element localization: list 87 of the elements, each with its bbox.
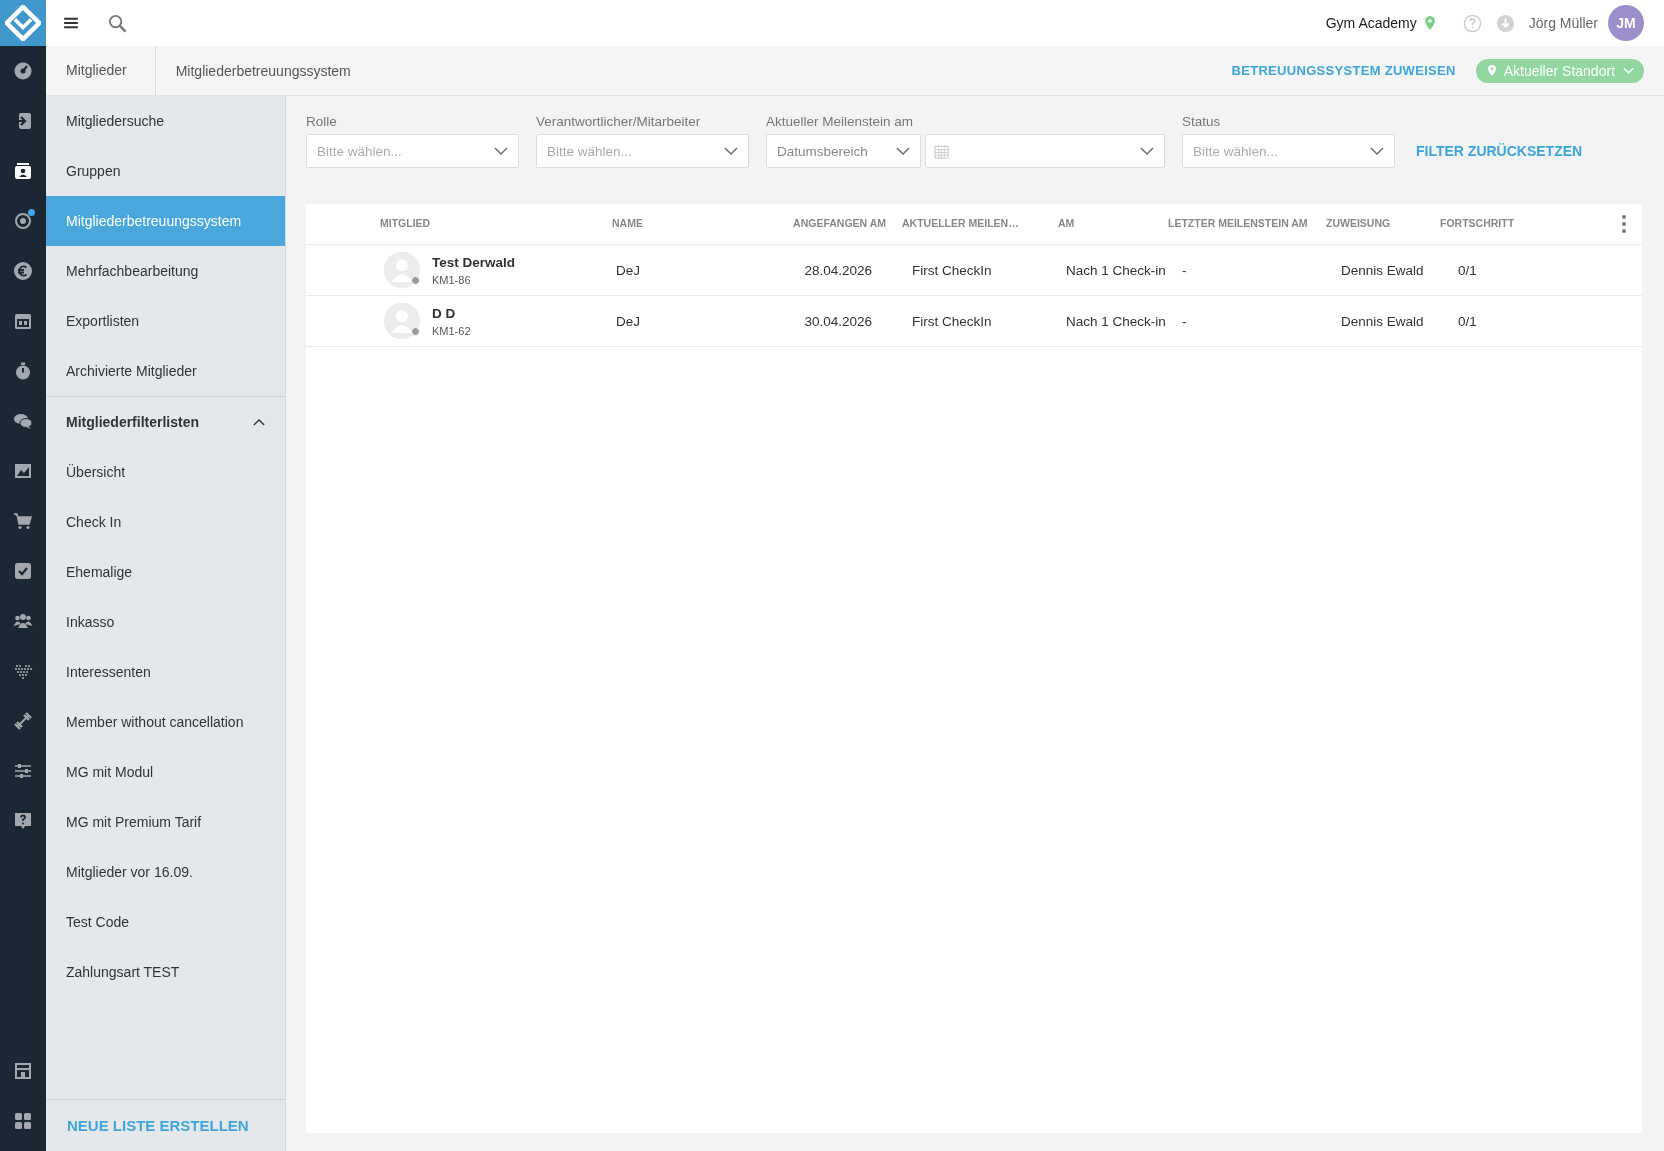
studio-name[interactable]: Gym Academy [1325, 15, 1417, 31]
table-cell-text: - [1181, 262, 1188, 278]
sidebar-item[interactable]: Member without cancellation [46, 697, 285, 747]
sidebar-item[interactable]: MG mit Premium Tarif [46, 797, 285, 847]
sidebar-item[interactable]: Gruppen [46, 146, 285, 196]
table-cell-text: First CheckIn [911, 262, 993, 278]
sidebar-item[interactable]: MG mit Modul [46, 747, 285, 797]
sidebar-item[interactable]: Übersicht [46, 447, 285, 497]
sidebar-item[interactable]: Mehrfachbearbeitung [46, 246, 285, 296]
column-header[interactable]: ZUWEISUNG [1326, 216, 1440, 232]
column-header[interactable]: NAME [612, 216, 762, 232]
calendar-icon [934, 143, 949, 159]
dumbbell-icon [13, 711, 33, 731]
member-number: KM1-62 [432, 324, 471, 337]
table-cell-text: 0/1 [1457, 313, 1478, 329]
checkbox-icon [13, 561, 33, 581]
help-icon [13, 811, 33, 831]
table-cell-text: Dennis Ewald [1340, 313, 1425, 329]
column-header[interactable]: LETZTER MEILENSTEIN AM [1168, 216, 1308, 232]
sidebar-item[interactable]: Inkasso [46, 597, 285, 647]
image-icon [13, 461, 33, 481]
date-field[interactable] [925, 134, 1165, 168]
member-name[interactable]: D D [432, 305, 471, 321]
calendar-icon [13, 311, 33, 331]
sidebar-item[interactable]: Ehemalige [46, 547, 285, 597]
chevron-down-icon [494, 147, 508, 155]
chevron-up-icon [253, 418, 265, 426]
sidebar-item[interactable]: Zahlungsart TEST [46, 947, 285, 997]
column-header[interactable]: AKTUELLER MEILEN… [902, 216, 1058, 232]
sidebar-item[interactable]: Mitgliedersuche [46, 96, 285, 146]
target-icon [13, 211, 33, 231]
sidebar-item[interactable]: Check In [46, 497, 285, 547]
column-header[interactable]: MITGLIED [380, 216, 612, 232]
table-cell-text: 0/1 [1457, 262, 1478, 278]
table-cell-text: First CheckIn [911, 313, 993, 329]
location-pin-icon [1424, 16, 1435, 30]
sidebar-item[interactable]: Interessenten [46, 647, 285, 697]
table-cell-text: 30.04.2026 [803, 313, 873, 329]
filter-label: Aktueller Meilenstein am [766, 114, 915, 129]
logo-icon[interactable] [0, 0, 46, 46]
dashboard-icon [13, 61, 33, 81]
sidebar-item[interactable]: Test Code [46, 897, 285, 947]
sidebar-item[interactable]: Mitglieder vor 16.09. [46, 847, 285, 897]
table-row[interactable]: D D KM1-62 DeJ 30.04.2026 First CheckIn Nach 1 Check-in - Dennis Ewald 0/1 [306, 296, 1642, 347]
filter-label: Verantwortlicher/Mitarbeiter [536, 114, 702, 129]
member-number: KM1-86 [432, 273, 472, 286]
table-cell-text: Dennis Ewald [1340, 262, 1425, 278]
column-header[interactable]: ANGEFANGEN AM [762, 216, 902, 232]
euro-icon [13, 261, 33, 281]
member-card-icon [13, 161, 33, 181]
chevron-down-icon [1370, 147, 1384, 155]
chevron-down-icon [724, 147, 738, 155]
chevron-down-icon [1140, 147, 1154, 155]
cart-icon [13, 511, 33, 531]
member-name[interactable]: Test Derwald [432, 254, 516, 270]
table-cell-text: DeJ [615, 313, 641, 329]
menu-icon [64, 17, 78, 29]
column-header[interactable]: AM [1058, 216, 1168, 232]
date-range-select[interactable]: Datumsbereich [766, 134, 921, 168]
table-cell-text: - [1181, 313, 1188, 329]
table-cell-text: Nach 1 Check-in [1065, 262, 1167, 278]
table-cell-text: 28.04.2026 [803, 262, 873, 278]
user-name[interactable]: Jörg Müller [1528, 15, 1598, 31]
section-header[interactable]: Mitgliederfilterlisten [46, 396, 285, 447]
notification-dot [28, 209, 35, 216]
table-cell-text: Nach 1 Check-in [1065, 313, 1167, 329]
column-header[interactable]: FORTSCHRITT [1440, 216, 1550, 232]
shop-icon [13, 1061, 33, 1081]
filter-label: Rolle [306, 114, 338, 129]
stopwatch-icon [13, 361, 33, 381]
sidebar-item[interactable]: Exportlisten [46, 296, 285, 346]
location-pin-icon [1487, 65, 1496, 76]
table-row[interactable]: Test Derwald KM1-86 DeJ 28.04.2026 First CheckIn Nach 1 Check-in - Dennis Ewald 0/1 [306, 245, 1642, 296]
grid-icon [13, 1111, 33, 1131]
breadcrumb-current: Mitgliederbetreuungssystem [174, 62, 352, 79]
section-title: Mitgliederfilterlisten [66, 414, 200, 430]
chevron-down-icon [896, 147, 910, 155]
filter-label: Status [1182, 114, 1222, 129]
sidebar-item[interactable]: Archivierte Mitglieder [46, 346, 285, 396]
more-options-icon[interactable] [1622, 215, 1626, 233]
search-icon [108, 13, 127, 33]
table-cell-text: DeJ [615, 262, 641, 278]
group-icon [13, 611, 33, 631]
sliders-icon [13, 761, 33, 781]
breadcrumb-link[interactable]: Mitglieder [46, 46, 156, 95]
chat-icon [13, 411, 33, 431]
chevron-down-icon [1623, 67, 1634, 74]
